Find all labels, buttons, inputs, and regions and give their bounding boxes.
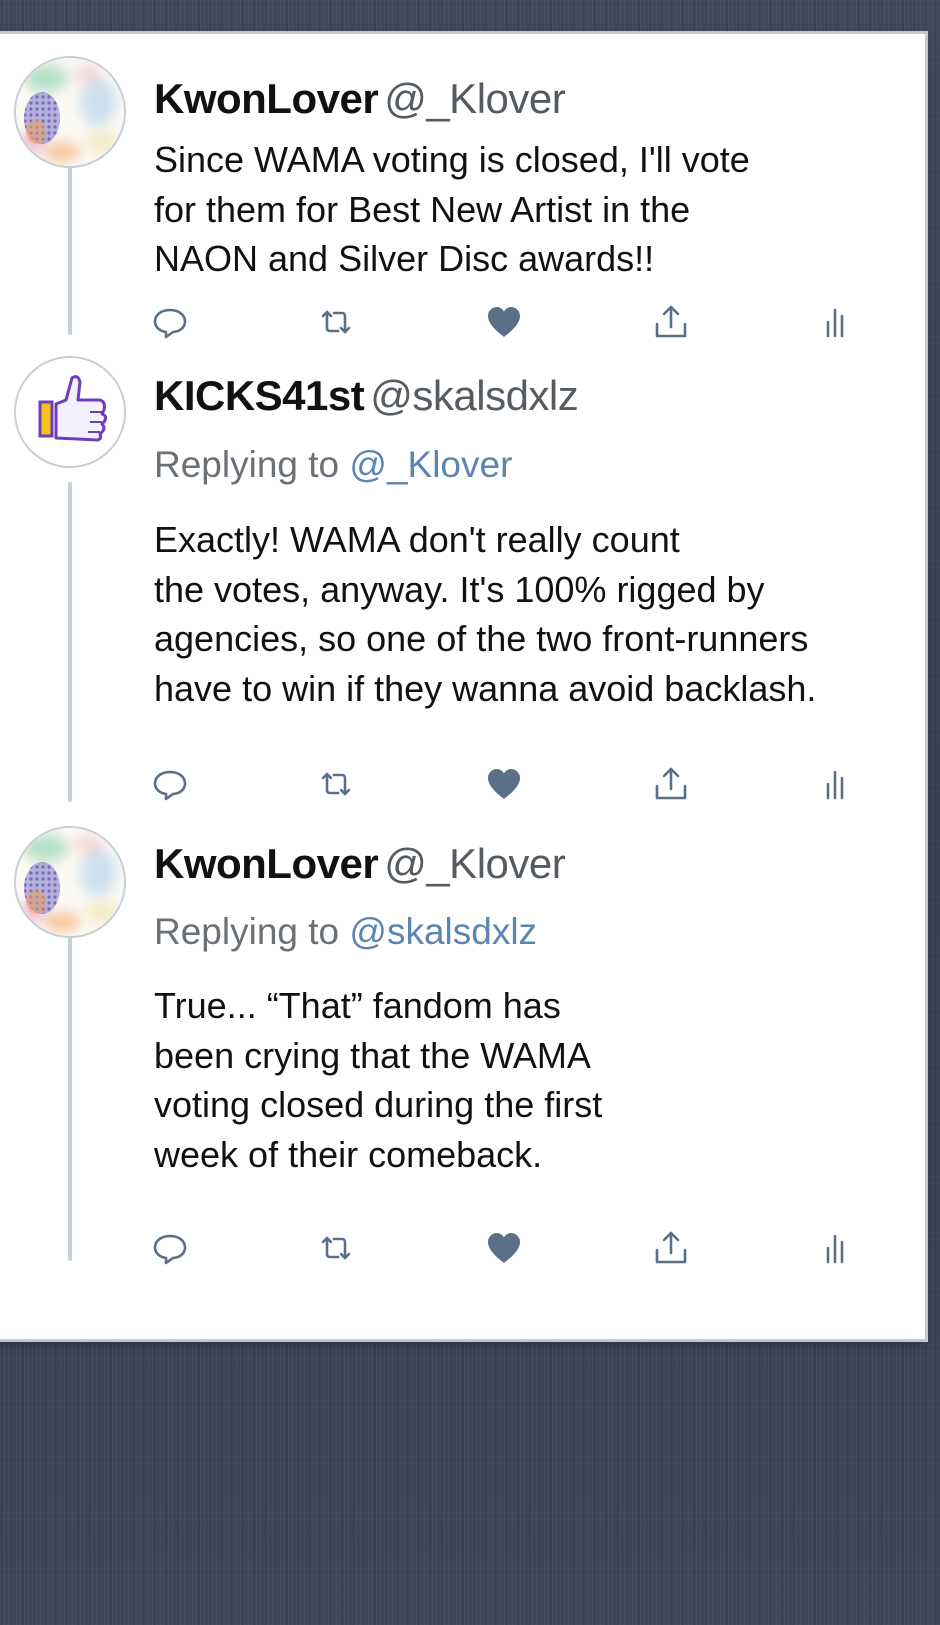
reply-icon (153, 1234, 187, 1265)
reply-icon (153, 308, 187, 339)
thread-line (68, 936, 72, 1261)
replying-to-handle[interactable]: @skalsdxlz (349, 911, 537, 952)
analytics-icon (826, 1234, 844, 1264)
heart-icon (488, 307, 520, 337)
replying-to-handle[interactable]: @_Klover (349, 444, 512, 485)
user-handle[interactable]: @_Klover (384, 840, 566, 887)
avatar[interactable] (14, 826, 126, 938)
share-icon (655, 305, 687, 338)
reply-button[interactable] (148, 300, 192, 344)
share-button[interactable] (649, 300, 693, 344)
retweet-button[interactable] (314, 762, 358, 806)
replying-to-label: Replying to (154, 444, 340, 485)
tweet-text: True... “That” fandom has been crying th… (154, 985, 603, 1175)
tweet-actions (0, 300, 925, 344)
analytics-button[interactable] (816, 762, 860, 806)
display-name[interactable]: KwonLover (154, 840, 379, 887)
heart-icon (488, 769, 520, 799)
watercolor-avatar-icon (16, 58, 124, 166)
analytics-button[interactable] (816, 1226, 860, 1270)
retweet-icon (321, 772, 351, 796)
tweet-actions (0, 762, 925, 806)
analytics-button[interactable] (816, 300, 860, 344)
reply-button[interactable] (148, 762, 192, 806)
retweet-button[interactable] (314, 300, 358, 344)
tweet-thread-card: KwonLover @_Klover Since WAMA voting is c… (0, 34, 925, 1339)
tweet-actions (0, 1226, 925, 1270)
tweet-text: Exactly! WAMA don't really count the vot… (154, 519, 817, 709)
retweet-icon (321, 1236, 351, 1260)
analytics-icon (826, 308, 844, 338)
avatar[interactable] (14, 356, 126, 468)
like-button[interactable] (482, 1226, 526, 1270)
display-name[interactable]: KICKS41st (154, 372, 365, 419)
replying-to-label: Replying to (154, 911, 340, 952)
retweet-icon (321, 310, 351, 334)
watercolor-avatar-icon (16, 828, 124, 936)
analytics-icon (826, 770, 844, 800)
retweet-button[interactable] (314, 1226, 358, 1270)
reply-button[interactable] (148, 1226, 192, 1270)
thread-line (68, 482, 72, 802)
user-handle[interactable]: @skalsdxlz (370, 372, 579, 419)
display-name[interactable]: KwonLover (154, 75, 379, 122)
share-button[interactable] (649, 762, 693, 806)
share-button[interactable] (649, 1226, 693, 1270)
reply-icon (153, 770, 187, 801)
like-button[interactable] (482, 300, 526, 344)
tweet-header: KwonLover @_Klover (154, 73, 566, 125)
user-handle[interactable]: @_Klover (384, 75, 566, 122)
replying-to: Replying to @skalsdxlz (154, 909, 537, 955)
share-icon (655, 1231, 687, 1264)
share-icon (655, 767, 687, 800)
avatar[interactable] (14, 56, 126, 168)
like-button[interactable] (482, 762, 526, 806)
tweet-header: KICKS41st @skalsdxlz (154, 370, 579, 422)
replying-to: Replying to @_Klover (154, 442, 512, 488)
thumbs-up-icon (16, 358, 124, 466)
tweet-header: KwonLover @_Klover (154, 838, 566, 890)
heart-icon (488, 1233, 520, 1263)
tweet-text: Since WAMA voting is closed, I'll vote f… (154, 139, 750, 279)
